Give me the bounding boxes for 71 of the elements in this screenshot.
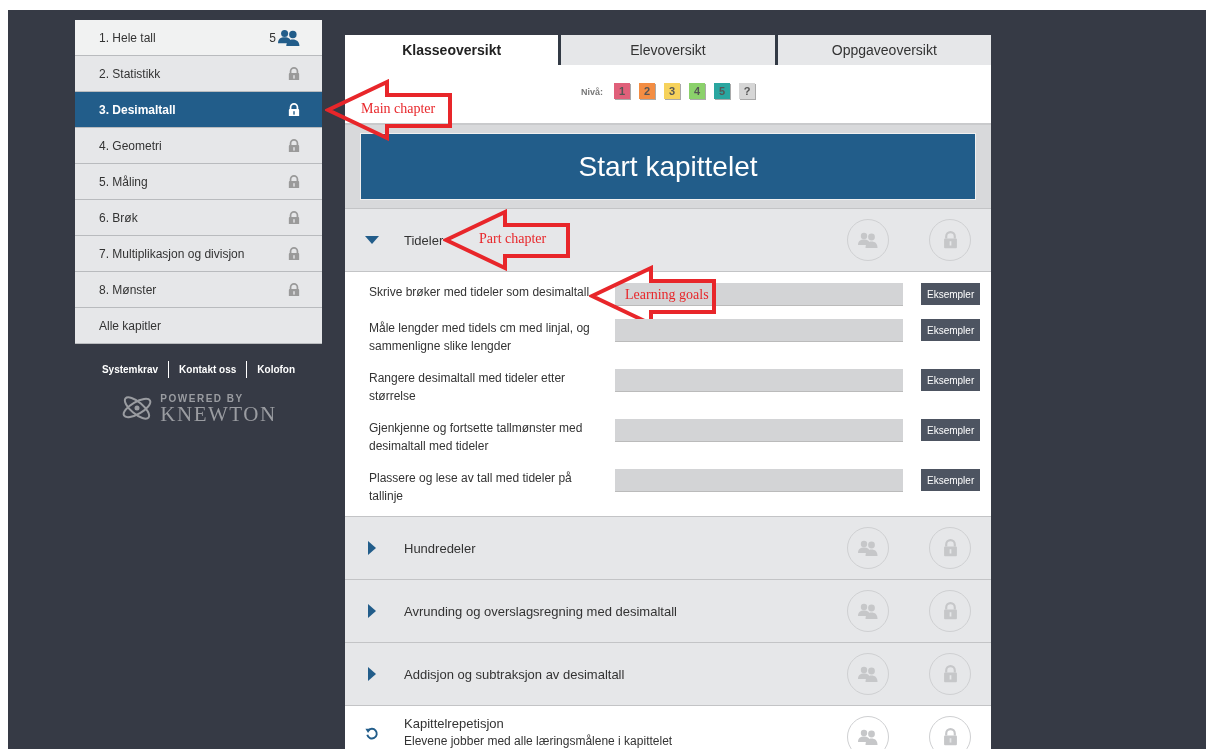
examples-button[interactable]: Eksempler (921, 283, 981, 305)
chapter-item[interactable]: 8. Mønster (75, 272, 322, 308)
examples-button[interactable]: Eksempler (921, 469, 981, 491)
chapter-item[interactable]: 7. Multiplikasjon og divisjon (75, 236, 322, 272)
student-count: 5 (269, 30, 276, 45)
footer-link[interactable]: Kolofon (246, 361, 306, 378)
people-icon (858, 666, 878, 682)
section-title: Tideler (404, 232, 444, 248)
examples-button[interactable]: Eksempler (921, 369, 981, 391)
lock-icon (288, 66, 300, 81)
level-chip: 3 (664, 83, 680, 99)
chapter-section-header[interactable]: Tideler Part chapter (345, 208, 991, 271)
refresh-icon (365, 725, 379, 741)
lock-icon (288, 102, 300, 117)
lock-icon (942, 728, 958, 746)
people-icon (858, 232, 878, 248)
level-chip: ? (739, 83, 755, 99)
lock-icon (288, 138, 300, 153)
lock-icon (288, 282, 300, 297)
collapsed-caret-icon[interactable] (368, 667, 376, 681)
chapter-item[interactable]: 1. Hele tall 5 (75, 20, 322, 56)
tab[interactable]: Oppgaveoversikt (774, 35, 991, 65)
collapsed-caret-icon[interactable] (368, 541, 376, 555)
chapter-section-header[interactable]: Addisjon og subtraksjon av desimaltall (345, 642, 991, 705)
logo-tagline: POWERED BY (160, 392, 245, 404)
lock-icon (942, 231, 958, 249)
callout-label: Part chapter (479, 231, 547, 247)
chapter-section-header[interactable]: Hundredeler (345, 516, 991, 579)
chapter-item[interactable]: 2. Statistikk (75, 56, 322, 92)
level-chip: 1 (614, 83, 630, 99)
learning-goal-text: Skrive brøker med tideler som desimaltall (369, 284, 591, 301)
lock-icon (288, 210, 300, 225)
people-icon (858, 540, 878, 556)
logo-wordmark: KNEWTON (160, 403, 277, 424)
level-chip: 5 (714, 83, 730, 99)
expanded-caret-icon[interactable] (365, 236, 379, 244)
footer-link[interactable]: Systemkrav (91, 361, 169, 378)
callout-label: Learning goals (625, 287, 709, 303)
learning-goal-text: Rangere desimaltall med tideler etter størrelse (369, 370, 567, 405)
people-icon (858, 729, 878, 745)
level-chip: 2 (639, 83, 655, 99)
callout-label: Main chapter (361, 101, 436, 117)
chapter-item[interactable]: Alle kapitler (75, 308, 322, 344)
start-chapter-button[interactable]: Start kapittelet (360, 133, 976, 200)
level-chip: 4 (689, 83, 705, 99)
chapter-item[interactable]: 6. Brøk (75, 200, 322, 236)
chapter-item[interactable]: 4. Geometri (75, 128, 322, 164)
section-title: Kapittelrepetisjon (404, 716, 504, 731)
examples-button[interactable]: Eksempler (921, 419, 981, 441)
lock-icon (288, 246, 300, 261)
learning-goal-text: Plassere og lese av tall med tideler på tallinje (369, 470, 573, 505)
collapsed-caret-icon[interactable] (368, 604, 376, 618)
level-label: Nivå: (581, 87, 603, 97)
lock-icon (942, 539, 958, 557)
learning-goal-text: Gjenkjenne og fortsette tallmønster med desimaltall med tideler (369, 420, 584, 455)
lock-icon (942, 602, 958, 620)
chapter-section-header[interactable]: Kapittelrepetisjon Elevene jobber med alle læringsmålene i kapittelet (345, 705, 991, 749)
section-subtitle: Elevene jobber med alle læringsmålene i kapittelet (404, 734, 673, 748)
section-title: Addisjon og subtraksjon av desimaltall (404, 666, 625, 682)
people-icon (858, 603, 878, 619)
examples-button[interactable]: Eksempler (921, 319, 981, 341)
learning-goal-text: Måle lengder med tidels cm med linjal, og sammenligne slike lengder (369, 320, 591, 355)
lock-icon (942, 665, 958, 683)
section-title: Avrunding og overslagsregning med desimaltall (404, 603, 677, 619)
chapter-section-header[interactable]: Avrunding og overslagsregning med desimaltall (345, 579, 991, 642)
chapter-item[interactable]: 5. Måling (75, 164, 322, 200)
lock-icon (288, 174, 300, 189)
section-title: Hundredeler (404, 540, 476, 556)
people-icon (278, 28, 300, 47)
footer-link[interactable]: Kontakt oss (168, 361, 247, 378)
tab[interactable]: Elevoversikt (558, 35, 775, 65)
